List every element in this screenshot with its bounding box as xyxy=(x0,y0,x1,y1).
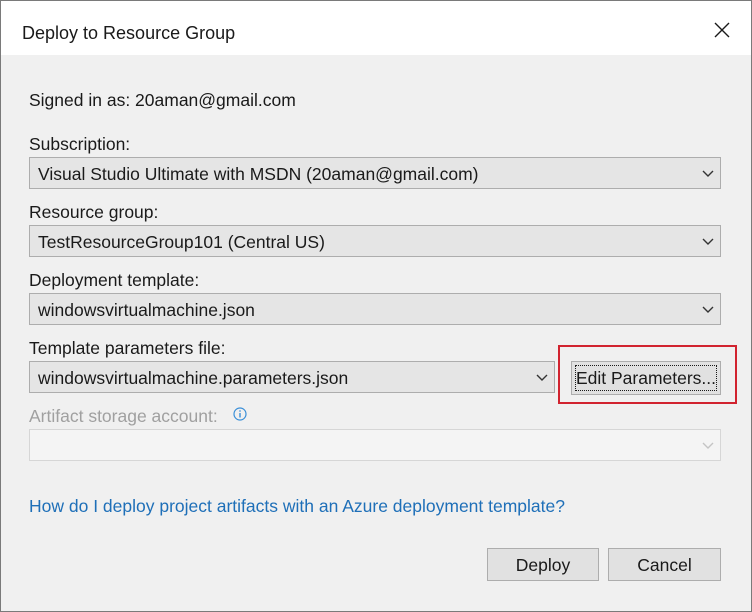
resource-group-value: TestResourceGroup101 (Central US) xyxy=(38,232,325,252)
deploy-button-label: Deploy xyxy=(515,555,571,575)
dialog-title: Deploy to Resource Group xyxy=(22,23,236,43)
signed-in-text: Signed in as: 20aman@gmail.com xyxy=(29,90,296,110)
highlight-box xyxy=(558,345,737,404)
subscription-value: Visual Studio Ultimate with MSDN (20aman… xyxy=(38,164,479,184)
resource-group-label: Resource group: xyxy=(29,202,159,222)
help-link[interactable]: How do I deploy project artifacts with a… xyxy=(29,496,565,517)
parameters-file-value: windowsvirtualmachine.parameters.json xyxy=(38,368,349,388)
close-icon[interactable] xyxy=(707,15,737,45)
artifact-storage-label: Artifact storage account: xyxy=(29,406,218,426)
chevron-down-icon xyxy=(702,238,714,245)
parameters-file-dropdown[interactable]: windowsvirtualmachine.parameters.json xyxy=(29,361,555,393)
chevron-down-icon xyxy=(702,442,714,449)
info-icon[interactable] xyxy=(233,407,247,421)
chevron-down-icon xyxy=(702,170,714,177)
resource-group-dropdown[interactable]: TestResourceGroup101 (Central US) xyxy=(29,225,721,257)
deployment-template-dropdown[interactable]: windowsvirtualmachine.json xyxy=(29,293,721,325)
title-bar: Deploy to Resource Group xyxy=(1,1,751,55)
artifact-storage-dropdown[interactable] xyxy=(29,429,721,461)
deployment-template-value: windowsvirtualmachine.json xyxy=(38,300,255,320)
chevron-down-icon xyxy=(536,374,548,381)
deploy-button[interactable]: Deploy xyxy=(487,548,599,581)
parameters-file-label: Template parameters file: xyxy=(29,338,226,358)
cancel-button-label: Cancel xyxy=(637,555,692,575)
deployment-template-label: Deployment template: xyxy=(29,270,200,290)
subscription-label: Subscription: xyxy=(29,134,131,154)
cancel-button[interactable]: Cancel xyxy=(608,548,721,581)
deploy-dialog: Deploy to Resource Group Signed in as: 2… xyxy=(0,0,752,612)
chevron-down-icon xyxy=(702,306,714,313)
subscription-dropdown[interactable]: Visual Studio Ultimate with MSDN (20aman… xyxy=(29,157,721,189)
